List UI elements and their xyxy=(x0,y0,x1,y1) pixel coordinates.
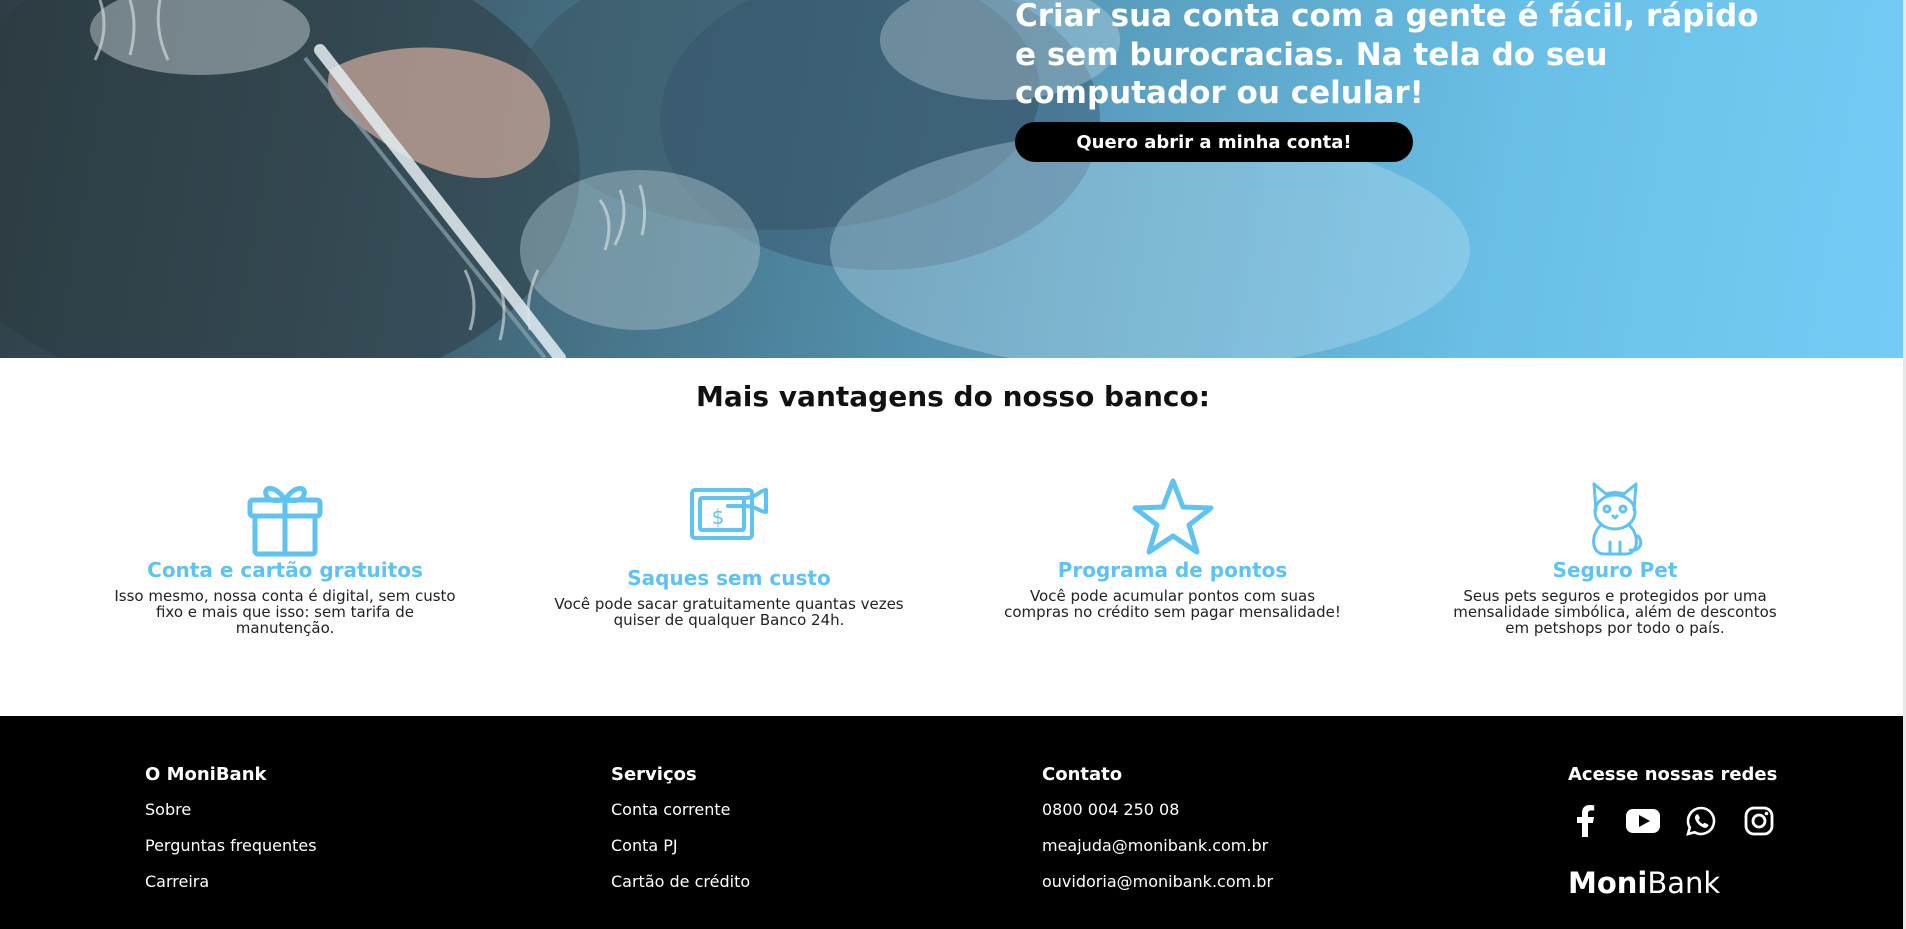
whatsapp-icon[interactable] xyxy=(1684,804,1718,838)
benefit-description: Isso mesmo, nossa conta é digital, sem c… xyxy=(114,587,456,637)
brand-bold: Moni xyxy=(1568,866,1648,900)
footer: O MoniBank Sobre Perguntas frequentes Ca… xyxy=(0,716,1906,929)
footer-link-about[interactable]: Sobre xyxy=(145,800,317,824)
footer-column-monibank: O MoniBank Sobre Perguntas frequentes Ca… xyxy=(145,764,317,896)
benefit-free-withdrawals: $ Saques sem custo Você pode sacar gratu… xyxy=(554,476,904,628)
footer-link-careers[interactable]: Carreira xyxy=(145,872,317,896)
cash-withdrawal-icon: $ xyxy=(690,488,768,540)
gift-icon xyxy=(247,486,323,557)
footer-link-phone[interactable]: 0800 004 250 08 xyxy=(1042,800,1273,824)
cat-icon xyxy=(1592,482,1643,556)
hero-headline: Criar sua conta com a gente é fácil, ráp… xyxy=(1015,0,1759,111)
brand-regular: Bank xyxy=(1647,866,1721,900)
footer-link-credit-card[interactable]: Cartão de crédito xyxy=(611,872,750,896)
benefit-title: Conta e cartão gratuitos xyxy=(147,558,423,582)
footer-column-contact: Contato 0800 004 250 08 meajuda@monibank… xyxy=(1042,764,1273,896)
facebook-icon[interactable] xyxy=(1568,804,1602,838)
open-account-button[interactable]: Quero abrir a minha conta! xyxy=(1015,122,1413,162)
hero-banner: Criar sua conta com a gente é fácil, ráp… xyxy=(0,0,1906,358)
footer-heading: Contato xyxy=(1042,764,1123,785)
benefit-description: Você pode acumular pontos com suas compr… xyxy=(1004,587,1341,621)
benefit-pet-insurance: Seguro Pet Seus pets seguros e protegido… xyxy=(1440,476,1790,636)
footer-link-faq[interactable]: Perguntas frequentes xyxy=(145,836,317,860)
footer-link-business-account[interactable]: Conta PJ xyxy=(611,836,750,860)
footer-link-ombudsman-email[interactable]: ouvidoria@monibank.com.br xyxy=(1042,872,1273,896)
instagram-icon[interactable] xyxy=(1742,804,1776,838)
footer-heading: O MoniBank xyxy=(145,764,267,785)
benefit-description: Você pode sacar gratuitamente quantas ve… xyxy=(554,595,904,629)
footer-link-help-email[interactable]: meajuda@monibank.com.br xyxy=(1042,836,1273,860)
footer-heading: Serviços xyxy=(611,764,697,785)
benefit-points-program: Programa de pontos Você pode acumular po… xyxy=(1000,476,1345,620)
social-links xyxy=(1568,804,1777,838)
footer-heading: Acesse nossas redes xyxy=(1568,764,1778,785)
benefit-free-account: Conta e cartão gratuitos Isso mesmo, nos… xyxy=(110,476,460,636)
benefit-title: Seguro Pet xyxy=(1552,558,1678,582)
monibank-logo: MoniBank xyxy=(1568,866,1777,900)
benefit-description: Seus pets seguros e protegidos por uma m… xyxy=(1453,587,1777,637)
footer-column-socials: Acesse nossas redes MoniBank xyxy=(1568,764,1777,900)
footer-column-services: Serviços Conta corrente Conta PJ Cartão … xyxy=(611,764,750,896)
footer-link-checking-account[interactable]: Conta corrente xyxy=(611,800,750,824)
svg-text:$: $ xyxy=(712,505,725,529)
benefits-title: Mais vantagens do nosso banco: xyxy=(696,380,1210,413)
youtube-icon[interactable] xyxy=(1626,804,1660,838)
star-icon xyxy=(1132,478,1213,555)
benefit-title: Saques sem custo xyxy=(627,566,831,590)
benefit-title: Programa de pontos xyxy=(1057,558,1288,582)
